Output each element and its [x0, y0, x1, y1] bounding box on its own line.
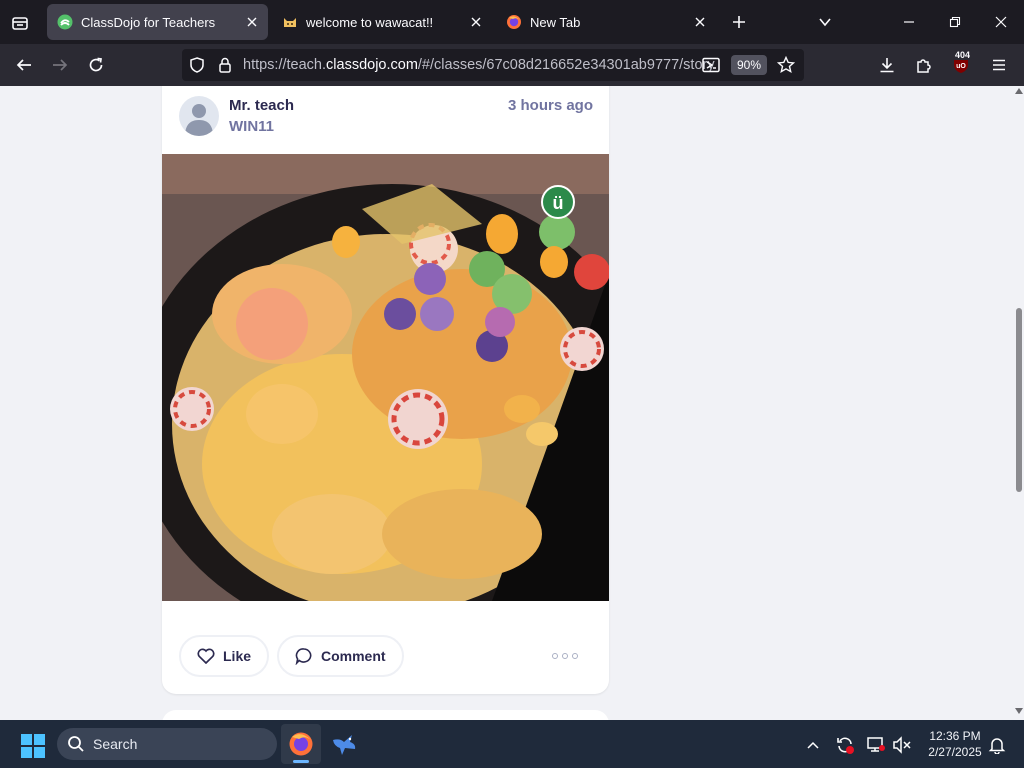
- chevron-down-icon: [819, 18, 831, 27]
- url-prefix: https://teach.: [243, 57, 327, 73]
- svg-text:uO: uO: [956, 63, 966, 70]
- avatar[interactable]: [179, 96, 219, 136]
- url-path: /#/classes/67c08d216652e34301ab9777/stor…: [417, 57, 715, 73]
- url-text[interactable]: https://teach.classdojo.com/#/classes/67…: [243, 57, 715, 73]
- close-tab-button[interactable]: [464, 10, 488, 34]
- taskbar-firefox-app[interactable]: [281, 724, 321, 764]
- heart-icon: [197, 648, 215, 664]
- next-story-post-card: [162, 710, 609, 720]
- scroll-up-arrow-icon[interactable]: [1015, 88, 1023, 94]
- tab-classdojo[interactable]: ClassDojo for Teachers: [47, 4, 268, 40]
- close-window-button[interactable]: [978, 0, 1024, 44]
- post-author-name[interactable]: Mr. teach: [229, 97, 294, 114]
- downloads-button[interactable]: [872, 50, 902, 80]
- tab-title: New Tab: [530, 14, 581, 30]
- navigation-toolbar: https://teach.classdojo.com/#/classes/67…: [0, 44, 1024, 86]
- tab-title: welcome to wawacat!!: [306, 14, 434, 30]
- dot-icon: [552, 653, 558, 659]
- classdojo-icon: [57, 14, 73, 30]
- default-user-avatar-icon: [185, 104, 213, 136]
- forward-button[interactable]: [45, 50, 75, 80]
- post-class-name[interactable]: WIN11: [229, 118, 274, 135]
- close-tab-button[interactable]: [688, 10, 712, 34]
- more-options-button[interactable]: [552, 649, 578, 663]
- taskbar-search-box[interactable]: Search: [57, 728, 277, 760]
- list-all-tabs-button[interactable]: [813, 10, 837, 34]
- network-monitor-icon[interactable]: [865, 734, 887, 756]
- bookmark-star-icon[interactable]: [777, 56, 795, 74]
- close-tab-button[interactable]: [240, 10, 264, 34]
- tab-new-tab[interactable]: New Tab: [496, 4, 716, 40]
- clock-date: 2/27/2025: [928, 745, 982, 759]
- comment-label: Comment: [321, 648, 386, 664]
- search-icon: [68, 736, 84, 752]
- like-label: Like: [223, 648, 252, 664]
- comment-button[interactable]: Comment: [277, 635, 404, 677]
- lock-icon[interactable]: [216, 56, 234, 74]
- firefox-icon: [507, 15, 521, 29]
- close-icon: [695, 17, 705, 27]
- sync-status-icon[interactable]: [834, 734, 856, 756]
- ublock-blocked-count-badge: 404: [953, 50, 973, 60]
- tracking-protection-shield-icon[interactable]: [188, 56, 206, 74]
- chevron-up-icon: [807, 741, 819, 749]
- restore-icon: [949, 16, 961, 28]
- reload-icon: [89, 57, 103, 72]
- scrollbar-thumb[interactable]: [1016, 308, 1022, 492]
- back-arrow-icon: [16, 59, 31, 71]
- story-post-card: Mr. teach WIN11 3 hours ago ü Like Comme…: [162, 86, 609, 694]
- svg-text:ü: ü: [553, 193, 564, 213]
- taskbar-clock[interactable]: 12:36 PM 2/27/2025: [920, 728, 990, 760]
- notifications-button[interactable]: [986, 734, 1008, 756]
- start-button[interactable]: [16, 732, 50, 760]
- minimize-button[interactable]: [886, 0, 932, 44]
- hamburger-menu-icon: [993, 59, 1005, 71]
- clock-time: 12:36 PM: [929, 729, 981, 743]
- search-label: Search: [93, 736, 138, 752]
- close-icon: [247, 17, 257, 27]
- speaker-muted-icon[interactable]: [891, 734, 913, 756]
- blue-bird-app-icon: [333, 735, 356, 755]
- firefox-view-icon: [12, 17, 28, 30]
- address-bar[interactable]: https://teach.classdojo.com/#/classes/67…: [182, 49, 804, 81]
- url-host: classdojo.com: [326, 57, 418, 73]
- new-tab-button[interactable]: [727, 10, 751, 34]
- tab-strip: ClassDojo for Teachers welcome to wawaca…: [0, 0, 1024, 44]
- plus-icon: [733, 16, 745, 28]
- puzzle-piece-icon: [917, 59, 931, 73]
- minimize-icon: [904, 21, 914, 23]
- reload-button[interactable]: [81, 50, 111, 80]
- windows-taskbar: Search 12:36 PM 2/27/2025: [0, 720, 1024, 768]
- reader-view-icon[interactable]: [702, 56, 720, 74]
- candy-bowl-photo: ü: [162, 154, 609, 601]
- tab-wawacat[interactable]: welcome to wawacat!!: [272, 4, 492, 40]
- dot-icon: [562, 653, 568, 659]
- running-indicator: [293, 760, 309, 763]
- close-icon: [995, 16, 1007, 28]
- restore-button[interactable]: [932, 0, 978, 44]
- firefox-icon: [289, 732, 313, 756]
- forward-arrow-icon: [53, 59, 68, 71]
- zoom-level-button[interactable]: 90%: [731, 55, 767, 75]
- windows-logo-icon: [21, 734, 45, 758]
- classdojo-story-feed[interactable]: Mr. teach WIN11 3 hours ago ü Like Comme…: [0, 86, 1024, 720]
- download-icon: [880, 58, 894, 73]
- taskbar-bird-app[interactable]: [324, 724, 364, 764]
- bell-icon: [988, 738, 1006, 754]
- dot-icon: [572, 653, 578, 659]
- back-button[interactable]: [9, 50, 39, 80]
- speech-bubble-icon: [295, 648, 312, 665]
- tab-title: ClassDojo for Teachers: [81, 14, 216, 30]
- post-timestamp: 3 hours ago: [507, 97, 593, 114]
- extensions-button[interactable]: [909, 50, 939, 80]
- cat-icon: [284, 18, 296, 27]
- show-hidden-icons-button[interactable]: [802, 734, 824, 756]
- firefox-view-button[interactable]: [6, 9, 34, 37]
- app-menu-button[interactable]: [984, 50, 1014, 80]
- like-button[interactable]: Like: [179, 635, 270, 677]
- post-photo[interactable]: ü: [162, 154, 609, 601]
- close-icon: [471, 17, 481, 27]
- page-scrollbar[interactable]: [1014, 86, 1024, 720]
- scroll-down-arrow-icon[interactable]: [1015, 708, 1023, 714]
